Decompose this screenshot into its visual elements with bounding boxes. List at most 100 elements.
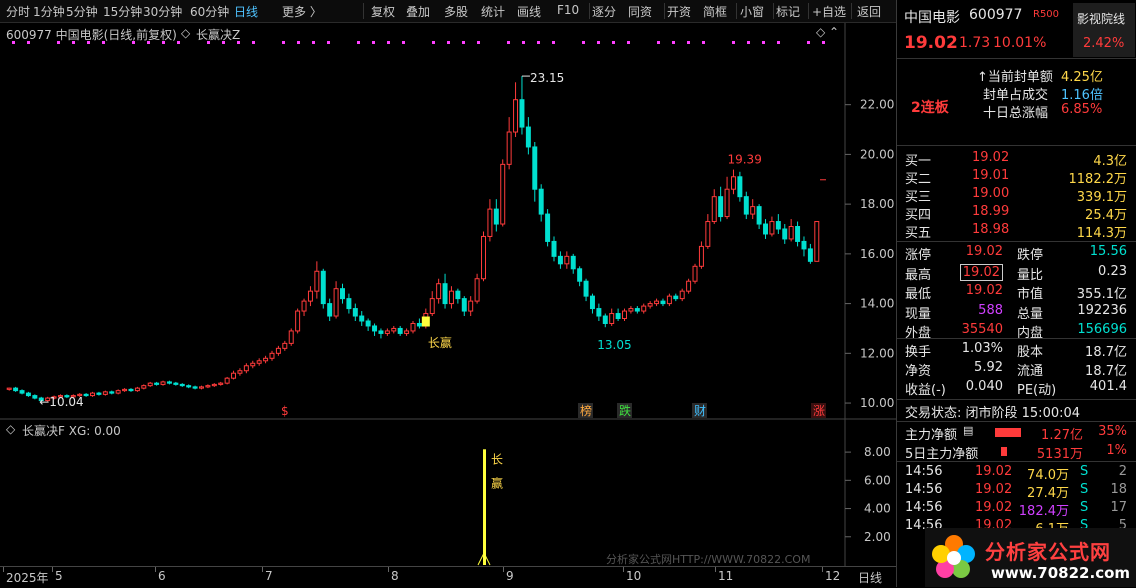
toolbar-fuquan-button[interactable]: 复权 <box>371 3 395 20</box>
signal-dot <box>687 41 690 44</box>
period-toolbar: 分时 1分钟 5分钟 15分钟 30分钟 60分钟 日线 更多 〉 复权 叠加 多股 统计 画线 F10 逐… <box>0 0 896 23</box>
signal-dot <box>762 41 765 44</box>
toolbar-more-button[interactable]: 更多 〉 <box>282 3 322 20</box>
toolbar-stats-button[interactable]: 统计 <box>481 3 505 20</box>
candle-body <box>634 308 640 312</box>
candle-body <box>429 298 435 315</box>
signal-dot <box>732 41 735 44</box>
candlestick-plot[interactable]: 22.00 20.00 18.00 16.00 14.00 12.00 10.00 23.15… <box>0 23 896 420</box>
x-tick-mark <box>503 567 504 572</box>
candle-body <box>577 268 583 282</box>
tick-count: 2 <box>1118 464 1127 479</box>
flow-bar <box>995 428 1021 437</box>
candle-body <box>250 362 256 367</box>
bid-volume: 4.3亿 <box>1093 154 1127 169</box>
candle-body <box>314 270 320 292</box>
candle-body <box>224 377 230 384</box>
capital-flow-row: 主力净额 ▤ 1.27亿 35% <box>897 424 1136 443</box>
sector-name: 影视院线 <box>1077 12 1126 26</box>
bid-row[interactable]: 买五 18.98 114.3万 <box>897 222 1136 241</box>
toolbar-overlay-button[interactable]: 叠加 <box>406 3 430 20</box>
toolbar-15min-button[interactable]: 15分钟 <box>103 3 142 20</box>
candle-body <box>122 388 128 392</box>
candle-body <box>506 131 512 165</box>
signal-dot <box>237 41 240 44</box>
bid-row[interactable]: 买三 19.00 339.1万 <box>897 186 1136 205</box>
candle-body <box>340 288 345 300</box>
fund-value: 1.03% <box>961 341 1003 356</box>
toolbar-5min-button[interactable]: 5分钟 <box>66 3 98 20</box>
candle-body <box>243 365 249 372</box>
toolbar-1min-button[interactable]: 1分钟 <box>33 3 65 20</box>
toolbar-30min-button[interactable]: 30分钟 <box>143 3 182 20</box>
candle-body <box>346 298 352 310</box>
index-tag: R500 <box>1033 9 1060 20</box>
flow-detail-icon[interactable]: ▤ <box>963 424 973 437</box>
x-tick-mark <box>715 567 716 572</box>
toolbar-mark-button[interactable]: 标记 <box>776 3 800 20</box>
toolbar-zhufen-button[interactable]: 逐分 <box>592 3 616 20</box>
main-candlestick-chart[interactable]: 600977 中国电影(日线,前复权) ◇ 长赢决Z ◇ ⌃ 22.00 20.0… <box>0 23 896 420</box>
bid-row[interactable]: 买四 18.99 25.4万 <box>897 204 1136 223</box>
tick-row: 14:56 19.02 74.0万 S 2 <box>897 464 1136 483</box>
quote-stat-row: 现量 588 总量 192236 <box>897 303 1136 322</box>
toolbar-tongzi-button[interactable]: 同资 <box>628 3 652 20</box>
candle-body <box>698 245 704 267</box>
candle-body <box>333 288 339 317</box>
fund-label: PE(动) <box>1017 383 1057 398</box>
toolbar-multi-button[interactable]: 多股 <box>444 3 468 20</box>
toolbar-60min-button[interactable]: 60分钟 <box>190 3 229 20</box>
signal-candle-highlight <box>421 316 430 327</box>
candle-body <box>128 388 134 392</box>
y-tick-label: 22.00 <box>860 98 894 112</box>
toolbar-add-fav-button[interactable]: +自选 <box>812 3 846 20</box>
tick-volume: 74.0万 <box>1027 468 1069 483</box>
candle-body <box>705 221 711 247</box>
candle-body <box>263 357 269 362</box>
peak2-price-label: 19.39 <box>727 153 761 167</box>
toolbar-fenshi-button[interactable]: 分时 <box>6 3 30 20</box>
flow-label: 主力净额 <box>905 428 958 443</box>
x-tick-label: 11 <box>718 569 734 583</box>
stat-value: 0.23 <box>1098 263 1127 279</box>
price-pct: 10.01% <box>993 35 1047 51</box>
candle-body <box>551 240 557 257</box>
signal-dot <box>177 41 180 44</box>
trough-price-label: 13.05 <box>597 338 631 352</box>
tick-volume: 182.4万 <box>1018 504 1069 519</box>
candle-body <box>609 313 615 324</box>
candle-body <box>90 392 96 397</box>
signal-dot <box>57 41 60 44</box>
toolbar-f10-button[interactable]: F10 <box>557 3 579 17</box>
stat-label: 现量 <box>905 306 932 322</box>
candle-body <box>711 196 717 223</box>
candle-body <box>628 308 634 312</box>
toolbar-back-button[interactable]: 返回 <box>857 3 881 20</box>
xg-signal-bar <box>483 449 486 565</box>
toolbar-smallwin-button[interactable]: 小窗 <box>740 3 764 20</box>
tick-time: 14:56 <box>905 482 943 497</box>
candle-body <box>288 330 294 344</box>
bid-volume: 25.4万 <box>1085 208 1127 223</box>
sub-indicator-chart[interactable]: ◇ 长赢决F XG: 0.00 8.00 6.00 4.00 2.00 长赢 分析家公式… <box>0 420 896 567</box>
bid-row[interactable]: 买二 19.01 1182.2万 <box>897 168 1136 187</box>
bid-level: 买三 <box>905 190 932 205</box>
candle-body <box>352 308 358 317</box>
candle-body <box>737 176 743 198</box>
toolbar-kaizi-button[interactable]: 开资 <box>667 3 691 20</box>
signal-dot <box>582 41 585 44</box>
price-change: 1.73 <box>959 35 991 51</box>
bid-row[interactable]: 买一 19.02 4.3亿 <box>897 150 1136 169</box>
candle-body <box>199 386 204 389</box>
x-axis: 2025年 5 6 7 8 9 10 11 12 日线 <box>0 566 896 588</box>
toolbar-draw-button[interactable]: 画线 <box>517 3 541 20</box>
candle-body <box>679 290 685 300</box>
candle-body <box>372 325 378 332</box>
toolbar-jiankuang-button[interactable]: 简框 <box>703 3 727 20</box>
toolbar-daily-button[interactable]: 日线 <box>234 3 258 20</box>
x-tick-label: 10 <box>626 569 642 583</box>
fund-value: 18.7亿 <box>1085 345 1127 360</box>
candle-body <box>602 315 608 324</box>
logo-url: www.70822.com <box>991 564 1131 582</box>
candle-body <box>807 248 813 262</box>
